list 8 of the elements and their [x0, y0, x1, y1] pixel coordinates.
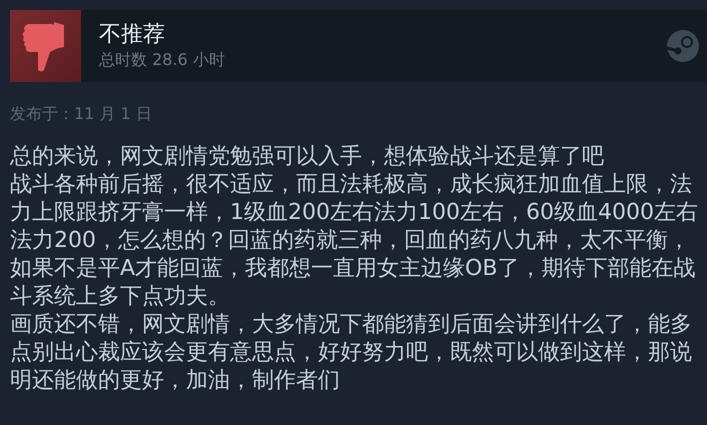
review-paragraph: 战斗各种前后摇，很不适应，而且法耗极高，成长疯狂加血值上限，法力上限跟挤牙膏一样，1级血200左右法力100左右，60级血4000左右法力200，怎么想的？回蓝的药就三种，回血的药八九种，太不平衡，如果不是平A才能回蓝，我都想一直用女主边缘OB了，期待下部能在战斗系统上多下点功夫。	[10, 171, 699, 311]
playtime-text: 总时数 28.6 小时	[99, 49, 226, 71]
review-verdict: 不推荐	[99, 21, 166, 49]
thumbs-down-icon	[10, 10, 81, 82]
review-paragraph: 总的来说，网文剧情党勉强可以入手，想体验战斗还是算了吧	[10, 143, 605, 171]
steam-logo-icon	[667, 30, 699, 62]
posted-date: 发布于：11 月 1 日	[10, 104, 153, 125]
review-paragraph: 画质还不错，网文剧情，大多情况下都能猜到后面会讲到什么了，能多点别出心裁应该会更有意思点，好好努力吧，既然可以做到这样，那说明还能做的更好，加油，制作者们	[10, 311, 693, 395]
